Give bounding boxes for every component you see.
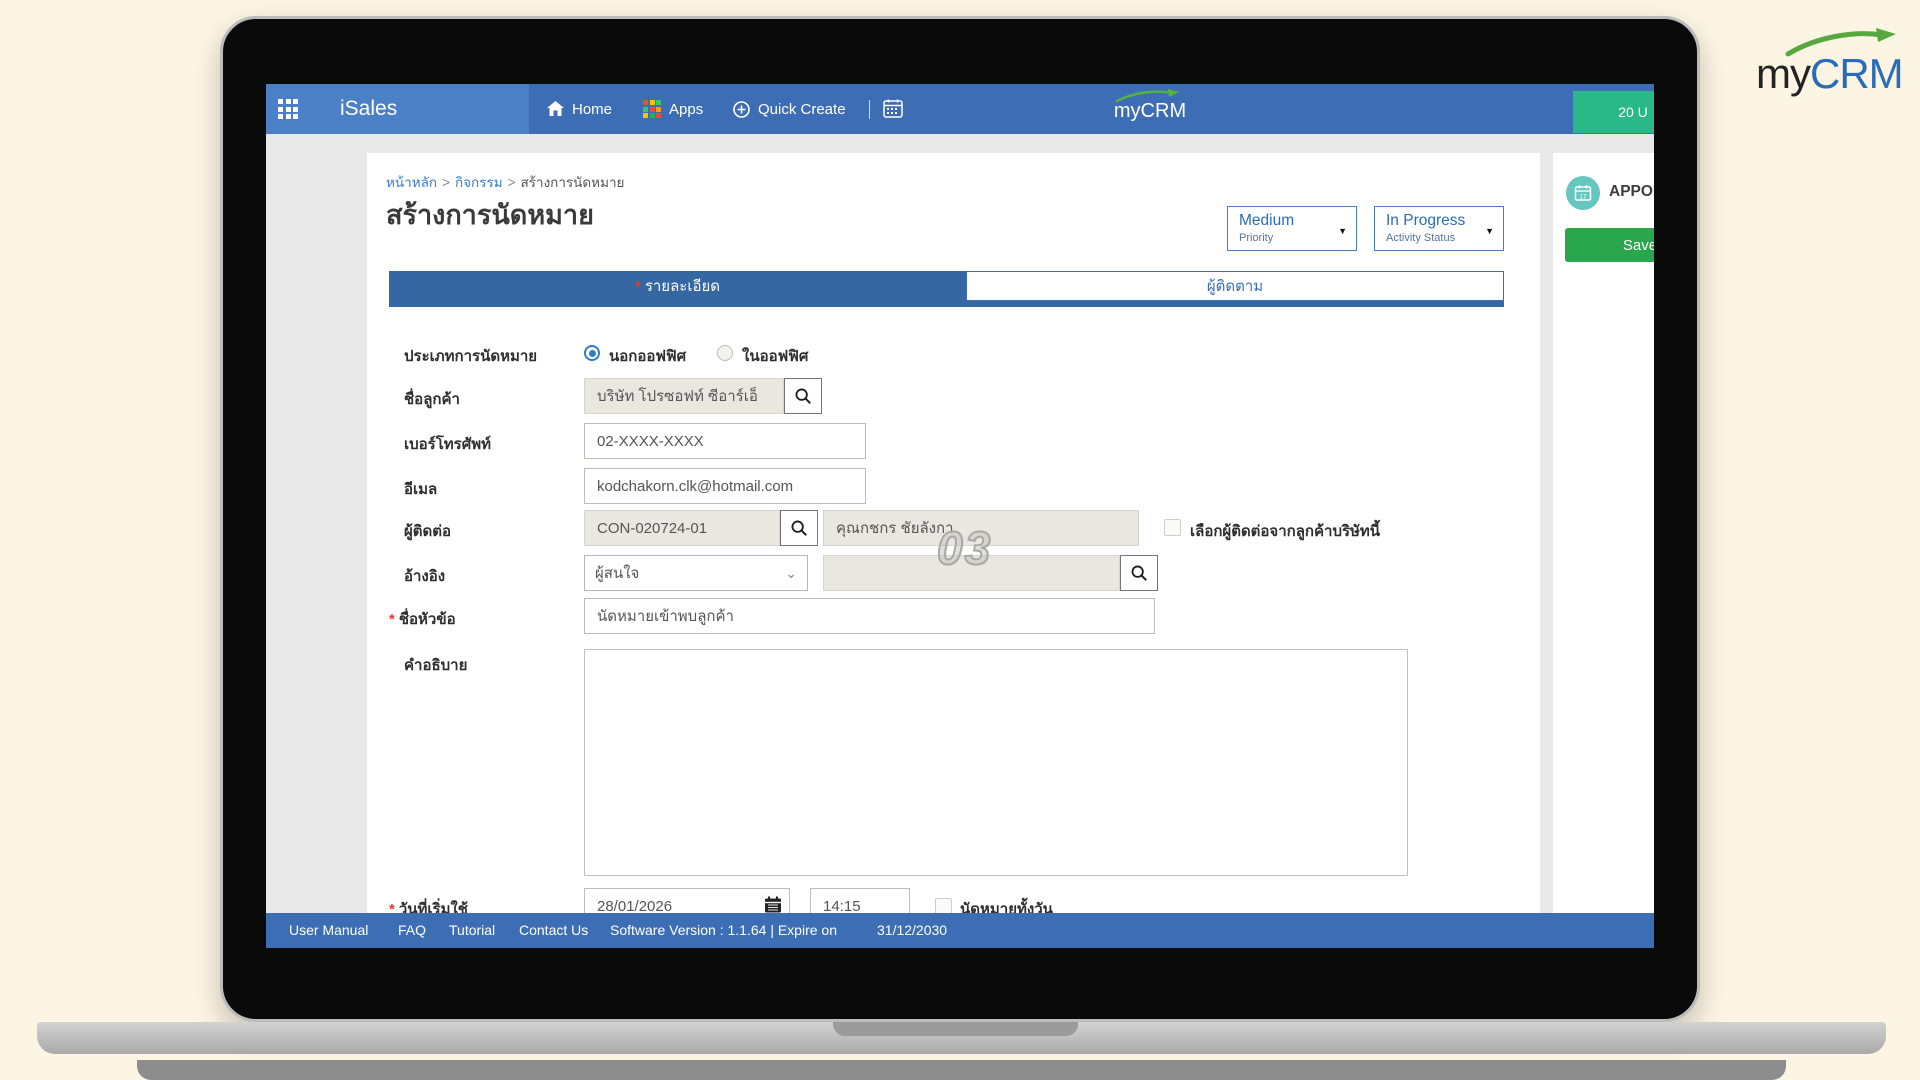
footer-version-text: Software Version : 1.1.64 | Expire on <box>610 922 837 938</box>
svg-text:17: 17 <box>1579 194 1587 201</box>
email-label: อีเมล <box>404 481 438 498</box>
required-asterisk: * <box>389 611 395 628</box>
reference-label: อ้างอิง <box>404 568 446 585</box>
brand-text: myCRM <box>1756 50 1904 97</box>
nav-quick-create-label: Quick Create <box>758 100 846 118</box>
app-screen: iSales Home Apps Quick Create myCRM 20 U… <box>266 84 1654 948</box>
app-footer: User Manual FAQ Tutorial Contact Us Soft… <box>266 913 1654 948</box>
description-label: คำอธิบาย <box>404 657 468 674</box>
home-icon <box>547 101 564 116</box>
save-button[interactable]: Save <box>1565 228 1654 262</box>
contact-from-company-checkbox[interactable] <box>1164 519 1181 536</box>
search-icon <box>1131 565 1147 581</box>
footer-faq-link[interactable]: FAQ <box>398 913 426 948</box>
radio-in-office-label: ในออฟฟิศ <box>742 348 809 365</box>
radio-outside-office[interactable] <box>584 345 600 361</box>
nav-home[interactable]: Home <box>547 84 612 134</box>
nav-calendar-icon[interactable] <box>883 99 903 123</box>
tab-followers-label: ผู้ติดตาม <box>1206 278 1264 295</box>
tab-bar: * รายละเอียด ผู้ติดตาม <box>389 271 1504 307</box>
customer-input[interactable] <box>584 378 784 414</box>
caret-down-icon: ▼ <box>1485 226 1494 236</box>
side-panel: 17 APPOINTMENT Save <box>1553 153 1654 913</box>
footer-user-manual-link[interactable]: User Manual <box>289 913 368 948</box>
laptop-stand <box>137 1060 1786 1080</box>
app-launcher[interactable]: iSales <box>266 84 529 134</box>
priority-value: Medium <box>1239 212 1295 229</box>
plus-circle-icon <box>733 100 750 118</box>
description-textarea[interactable] <box>584 649 1408 876</box>
search-icon <box>791 520 807 536</box>
mycrm-brand-logo: myCRM <box>1756 26 1912 98</box>
side-panel-title: APPOINTMENT <box>1609 183 1654 200</box>
apps-icon <box>643 100 661 118</box>
footer-contact-us-link[interactable]: Contact Us <box>519 913 588 948</box>
customer-search-button[interactable] <box>784 378 822 414</box>
subject-label: * ชื่อหัวข้อ <box>389 611 456 628</box>
tab-details-label: รายละเอียด <box>644 278 721 295</box>
breadcrumb-current: สร้างการนัดหมาย <box>520 175 625 190</box>
chevron-down-icon: ⌄ <box>785 564 797 581</box>
priority-label: Priority <box>1239 232 1274 244</box>
navbar-mycrm-logo: myCRM <box>1102 88 1198 123</box>
contact-from-company-label: เลือกผู้ติดต่อจากลูกค้าบริษัทนี้ <box>1190 523 1381 540</box>
phone-input[interactable] <box>584 423 866 459</box>
priority-dropdown[interactable]: Medium Priority ▼ <box>1227 206 1357 251</box>
tab-underline <box>389 301 1504 307</box>
required-asterisk: * <box>634 277 641 295</box>
reference-select[interactable]: ผู้สนใจ ⌄ <box>584 555 808 591</box>
reference-selected-value: ผู้สนใจ <box>595 565 640 582</box>
search-icon <box>795 388 811 404</box>
laptop-notch <box>833 1022 1078 1036</box>
footer-tutorial-link[interactable]: Tutorial <box>449 913 495 948</box>
caret-down-icon: ▼ <box>1338 226 1347 236</box>
app-name: iSales <box>340 97 398 120</box>
appointment-type-label: ประเภทการนัดหมาย <box>404 348 538 365</box>
customer-label: ชื่อลูกค้า <box>404 391 460 408</box>
appointment-icon: 17 <box>1566 176 1600 210</box>
main-form-card: หน้าหลัก > กิจกรรม > สร้างการนัดหมาย สร้างกา… <box>367 153 1540 924</box>
contact-label: ผู้ติดต่อ <box>404 523 452 540</box>
breadcrumb: หน้าหลัก > กิจกรรม > สร้างการนัดหมาย <box>386 175 625 190</box>
tab-details[interactable]: * รายละเอียด <box>389 271 966 301</box>
contact-search-button[interactable] <box>780 510 818 546</box>
footer-expire-date: 31/12/2030 <box>877 922 948 938</box>
nav-divider <box>869 100 870 119</box>
phone-label: เบอร์โทรศัพท์ <box>404 436 492 453</box>
email-input[interactable] <box>584 468 866 504</box>
breadcrumb-home[interactable]: หน้าหลัก <box>386 175 437 190</box>
activity-status-label: Activity Status <box>1386 232 1456 244</box>
activity-status-dropdown[interactable]: In Progress Activity Status ▼ <box>1374 206 1504 251</box>
navbar-logo-text: myCRM <box>1113 100 1187 122</box>
radio-outside-office-label: นอกออฟฟิศ <box>609 348 687 365</box>
page-title: สร้างการนัดหมาย <box>386 200 594 230</box>
nav-apps-label: Apps <box>669 100 704 118</box>
nav-quick-create[interactable]: Quick Create <box>733 84 846 134</box>
watermark: 03 <box>936 521 993 575</box>
radio-in-office[interactable] <box>717 345 733 361</box>
nav-apps[interactable]: Apps <box>643 84 703 134</box>
nav-home-label: Home <box>572 100 613 118</box>
top-navbar: iSales Home Apps Quick Create myCRM 20 U <box>266 84 1654 134</box>
contact-code-input[interactable] <box>584 510 780 546</box>
subject-input[interactable] <box>584 598 1155 634</box>
license-button[interactable]: 20 U <box>1573 91 1654 133</box>
reference-search-button[interactable] <box>1120 555 1158 591</box>
breadcrumb-activities[interactable]: กิจกรรม <box>455 175 503 190</box>
tab-followers[interactable]: ผู้ติดตาม <box>966 271 1504 301</box>
waffle-icon <box>278 99 298 119</box>
activity-status-value: In Progress <box>1386 212 1466 229</box>
